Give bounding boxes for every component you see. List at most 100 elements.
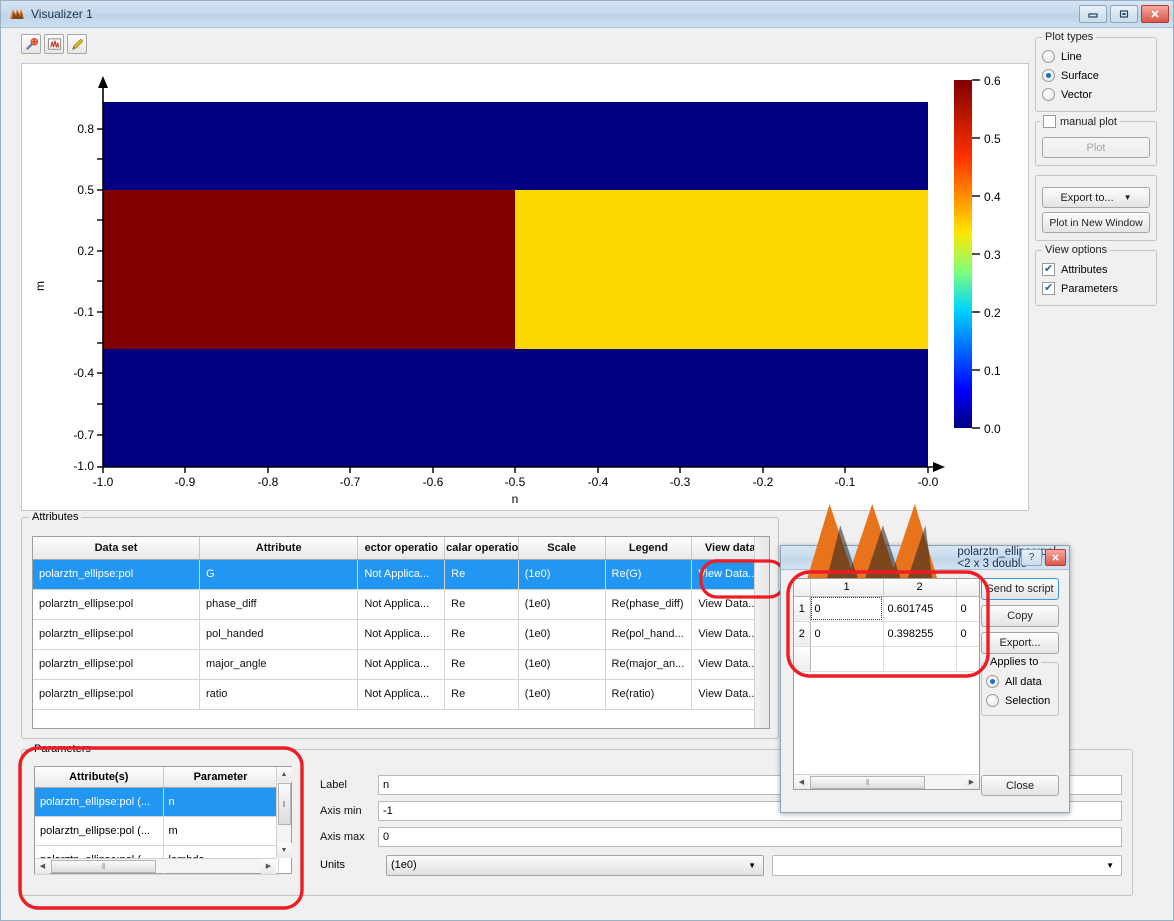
- cell-parameter[interactable]: n: [163, 787, 279, 817]
- scroll-right-icon[interactable]: ▶: [964, 774, 979, 789]
- grid-cell-r1c2[interactable]: 0.601745: [883, 596, 957, 622]
- checkbox-attributes[interactable]: Attributes: [1042, 260, 1150, 279]
- cell-scale[interactable]: (1e0): [518, 589, 606, 620]
- plot-panel[interactable]: 0.8 0.5 0.2 -0.1 -0.4 -0.7 -1.0 m -1.0 -…: [21, 63, 1029, 511]
- cell-legend[interactable]: Re(major_an...: [605, 649, 693, 680]
- grid-cell-r2c3[interactable]: 0: [956, 621, 979, 647]
- table-row[interactable]: polarztn_ellipse:pol pol_handed Not Appl…: [33, 619, 769, 650]
- cell-attribute[interactable]: G: [199, 559, 359, 590]
- cell-attribute[interactable]: polarztn_ellipse:pol (...: [35, 816, 164, 846]
- scroll-down-icon[interactable]: ▼: [276, 843, 292, 858]
- table-row[interactable]: polarztn_ellipse:pol G Not Applica... Re…: [33, 559, 769, 590]
- radio-all-data[interactable]: All data: [986, 672, 1054, 691]
- cell-scale[interactable]: (1e0): [518, 619, 606, 650]
- dialog-close-button[interactable]: [1045, 549, 1066, 566]
- help-button[interactable]: ?: [1021, 549, 1042, 566]
- cell-legend[interactable]: Re(G): [605, 559, 693, 590]
- table-row[interactable]: 1 0 0.601745 0: [794, 596, 979, 622]
- column-header-scalar-operation[interactable]: calar operatio: [444, 537, 519, 560]
- plot-in-new-window-button[interactable]: Plot in New Window: [1042, 212, 1150, 233]
- dialog-horizontal-scrollbar[interactable]: ◀ ‖ ▶: [794, 774, 979, 789]
- cell-scale[interactable]: (1e0): [518, 649, 606, 680]
- cell-data-set[interactable]: polarztn_ellipse:pol: [33, 679, 200, 710]
- grid-column-header-2[interactable]: 2: [883, 579, 957, 597]
- copy-button[interactable]: Copy: [981, 605, 1059, 627]
- scroll-thumb-v[interactable]: ‖: [277, 783, 291, 825]
- grid-cell-r2c2[interactable]: 0.398255: [883, 621, 957, 647]
- grid-cell-empty[interactable]: [956, 646, 979, 672]
- export-to-button[interactable]: Export to... ▼: [1042, 187, 1150, 208]
- grid-cell-r1c1[interactable]: 0: [810, 596, 884, 622]
- units-select[interactable]: (1e0) ▼: [386, 854, 764, 876]
- table-row[interactable]: 2 0 0.398255 0: [794, 621, 979, 647]
- scroll-right-icon[interactable]: ▶: [261, 858, 276, 874]
- cell-vector-operation[interactable]: Not Applica...: [357, 649, 446, 680]
- cell-vector-operation[interactable]: Not Applica...: [357, 679, 446, 710]
- table-row[interactable]: polarztn_ellipse:pol ratio Not Applica..…: [33, 679, 769, 710]
- cell-vector-operation[interactable]: Not Applica...: [357, 619, 446, 650]
- manual-plot-checkbox-icon[interactable]: [1043, 115, 1056, 128]
- dialog-data-grid[interactable]: 1 2 3 1 0 0.601745 0 2 0 0.398: [794, 579, 979, 672]
- restore-button[interactable]: [1110, 5, 1138, 23]
- extra-select[interactable]: ▼: [772, 854, 1122, 876]
- grid-cell-empty[interactable]: [810, 646, 884, 672]
- cell-scalar-operation[interactable]: Re: [444, 619, 519, 650]
- axis-max-input[interactable]: 0: [378, 827, 1122, 847]
- grid-column-header-3[interactable]: 3: [956, 579, 979, 597]
- surface-plot[interactable]: 0.8 0.5 0.2 -0.1 -0.4 -0.7 -1.0 m -1.0 -…: [22, 64, 1028, 510]
- chart-icon[interactable]: [44, 34, 64, 54]
- cell-attribute[interactable]: polarztn_ellipse:pol (...: [35, 787, 164, 817]
- cell-vector-operation[interactable]: Not Applica...: [357, 589, 446, 620]
- manual-plot-header[interactable]: manual plot: [1040, 115, 1120, 128]
- grid-column-header-1[interactable]: 1: [810, 579, 884, 597]
- cell-data-set[interactable]: polarztn_ellipse:pol: [33, 619, 200, 650]
- cell-parameter[interactable]: m: [163, 816, 279, 846]
- scroll-thumb-h[interactable]: ‖: [51, 859, 156, 873]
- cell-attribute[interactable]: phase_diff: [199, 589, 359, 620]
- attributes-vertical-scrollbar[interactable]: [754, 537, 769, 728]
- cell-scalar-operation[interactable]: Re: [444, 589, 519, 620]
- list-item[interactable]: polarztn_ellipse:pol (... m: [35, 816, 279, 846]
- radio-selection[interactable]: Selection: [986, 691, 1054, 710]
- dialog-close-text-button[interactable]: Close: [981, 775, 1059, 796]
- radio-line[interactable]: Line: [1042, 47, 1150, 66]
- column-header-attributes[interactable]: Attribute(s): [35, 767, 164, 788]
- cell-data-set[interactable]: polarztn_ellipse:pol: [33, 559, 200, 590]
- radio-surface[interactable]: Surface: [1042, 66, 1150, 85]
- cell-scalar-operation[interactable]: Re: [444, 559, 519, 590]
- plot-button[interactable]: Plot: [1042, 137, 1150, 158]
- radio-vector[interactable]: Vector: [1042, 85, 1150, 104]
- cell-attribute[interactable]: pol_handed: [199, 619, 359, 650]
- parameters-vertical-scrollbar[interactable]: ▲ ‖ ▼: [276, 767, 292, 858]
- list-item[interactable]: polarztn_ellipse:pol (... n: [35, 787, 279, 817]
- cell-attribute[interactable]: major_angle: [199, 649, 359, 680]
- export-button[interactable]: Export...: [981, 632, 1059, 654]
- scroll-left-icon[interactable]: ◀: [35, 858, 50, 874]
- column-header-scale[interactable]: Scale: [518, 537, 606, 560]
- checkbox-parameters[interactable]: Parameters: [1042, 279, 1150, 298]
- grid-cell-r2c1[interactable]: 0: [810, 621, 884, 647]
- column-header-data-set[interactable]: Data set: [33, 537, 200, 560]
- column-header-attribute[interactable]: Attribute: [199, 537, 359, 560]
- cell-attribute[interactable]: ratio: [199, 679, 359, 710]
- minimize-button[interactable]: [1079, 5, 1107, 23]
- scroll-thumb-h[interactable]: ‖: [810, 775, 925, 789]
- cell-data-set[interactable]: polarztn_ellipse:pol: [33, 649, 200, 680]
- parameters-horizontal-scrollbar[interactable]: ◀ ‖ ▶: [35, 858, 276, 874]
- scroll-left-icon[interactable]: ◀: [794, 774, 809, 789]
- grid-cell-empty[interactable]: [883, 646, 957, 672]
- send-to-script-button[interactable]: Send to script: [981, 578, 1059, 600]
- cell-legend[interactable]: Re(pol_hand...: [605, 619, 693, 650]
- pencil-icon[interactable]: [67, 34, 87, 54]
- column-header-parameter[interactable]: Parameter: [163, 767, 279, 788]
- column-header-vector-operation[interactable]: ector operatio: [357, 537, 446, 560]
- cell-data-set[interactable]: polarztn_ellipse:pol: [33, 589, 200, 620]
- column-header-legend[interactable]: Legend: [605, 537, 693, 560]
- cell-scalar-operation[interactable]: Re: [444, 679, 519, 710]
- scroll-up-icon[interactable]: ▲: [276, 767, 292, 782]
- dialog-data-grid-wrap[interactable]: 1 2 3 1 0 0.601745 0 2 0 0.398: [793, 578, 980, 790]
- zoom-wand-icon[interactable]: [21, 34, 41, 54]
- cell-vector-operation[interactable]: Not Applica...: [357, 559, 446, 590]
- cell-scale[interactable]: (1e0): [518, 679, 606, 710]
- close-button[interactable]: [1141, 5, 1169, 23]
